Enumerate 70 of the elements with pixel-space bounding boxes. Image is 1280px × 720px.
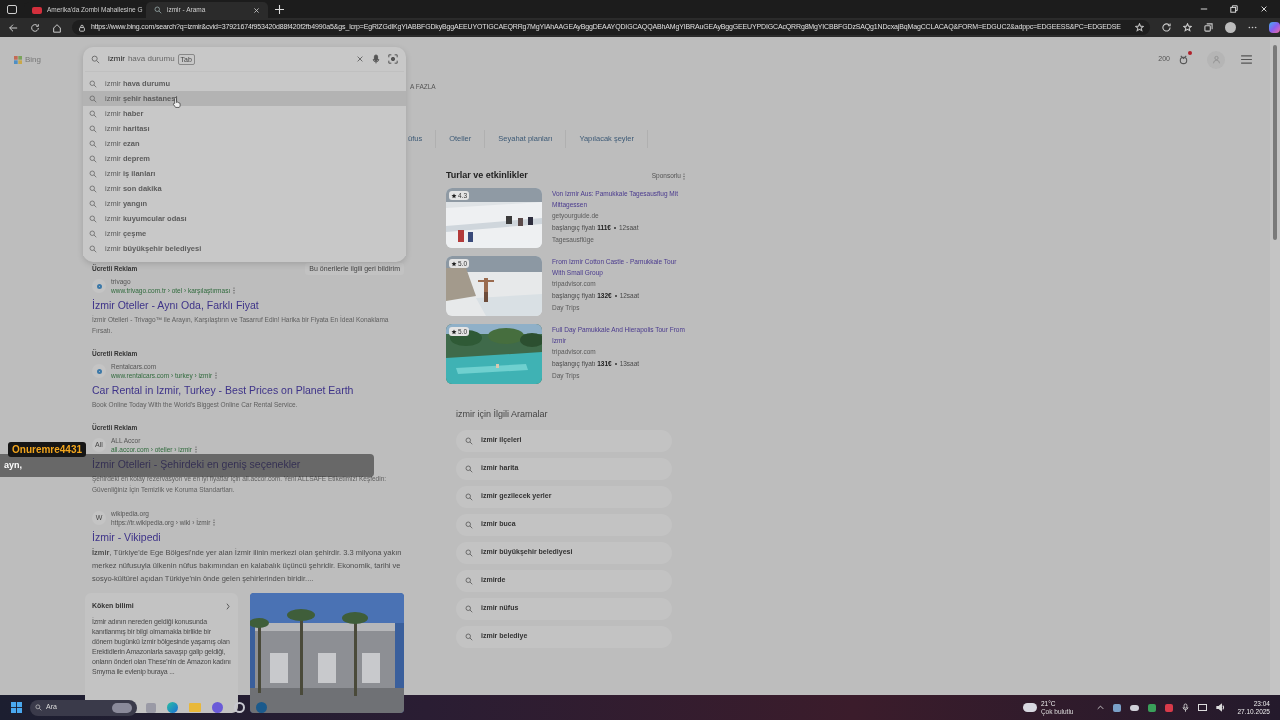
star-icon <box>451 328 457 335</box>
restore-icon[interactable] <box>1230 5 1238 13</box>
game-app-icon[interactable] <box>234 702 245 713</box>
microphone-icon[interactable] <box>1182 703 1190 712</box>
search-icon <box>465 576 473 585</box>
caption-username: Onuremre4431 <box>8 442 87 457</box>
search-icon <box>465 632 473 641</box>
caption-text: ayn, <box>4 458 22 472</box>
separator-dot-icon <box>614 363 617 365</box>
rewards-icon[interactable] <box>1178 54 1189 65</box>
chevron-icon <box>225 602 231 610</box>
star-icon <box>451 260 457 267</box>
section-heading: izmir için İlgili Aramalar <box>456 408 549 421</box>
search-icon <box>89 139 97 148</box>
search-icon <box>465 520 473 529</box>
search-icon <box>89 79 97 88</box>
search-icon <box>35 704 42 711</box>
site-favicon <box>92 364 106 378</box>
search-icon <box>89 109 97 118</box>
result-title-link[interactable]: Car Rental in Izmir, Turkey - Best Prices on Planet Earth <box>92 383 404 398</box>
refresh-icon[interactable] <box>1162 23 1171 32</box>
back-icon[interactable] <box>8 22 18 33</box>
tab-list-icon[interactable] <box>7 5 17 14</box>
search-icon <box>154 6 162 14</box>
star-icon <box>451 192 457 199</box>
tray-app-icon[interactable] <box>1165 703 1174 712</box>
search-icon <box>465 604 473 613</box>
search-icon <box>465 548 473 557</box>
separator-dot-icon <box>613 227 616 229</box>
search-icon <box>89 229 97 238</box>
new-tab-icon[interactable] <box>275 5 284 14</box>
windows-start-icon[interactable] <box>11 702 22 713</box>
refresh-icon[interactable] <box>30 22 40 33</box>
info-card[interactable] <box>85 593 238 713</box>
copilot-icon[interactable] <box>1269 22 1280 33</box>
search-icon <box>89 169 97 178</box>
tray-shield-icon[interactable] <box>1148 703 1157 712</box>
microphone-icon[interactable] <box>372 54 380 64</box>
search-icon <box>465 436 473 445</box>
search-icon <box>465 464 473 473</box>
search-icon <box>89 124 97 133</box>
site-favicon <box>92 279 106 293</box>
lock-icon <box>78 23 86 32</box>
visual-search-icon[interactable] <box>388 54 398 64</box>
scrollbar[interactable] <box>1270 37 1280 695</box>
search-icon <box>89 184 97 193</box>
chevron-up-icon[interactable] <box>1097 704 1105 711</box>
separator-dot-icon <box>614 295 617 297</box>
favorites-icon[interactable] <box>1183 23 1192 32</box>
minimize-icon[interactable] <box>1200 5 1208 13</box>
search-icon <box>89 214 97 223</box>
search-icon <box>89 244 97 253</box>
chat-app-icon[interactable] <box>212 702 223 713</box>
address-field[interactable] <box>72 20 1150 35</box>
search-icon <box>91 54 100 64</box>
video-icon <box>32 6 42 14</box>
volume-icon[interactable] <box>1216 703 1226 712</box>
home-icon[interactable] <box>52 22 62 33</box>
tray-app-icon[interactable] <box>1113 703 1122 712</box>
section-heading: Turlar ve etkinlikler <box>446 169 528 183</box>
monitor-icon[interactable] <box>1198 704 1208 711</box>
collections-icon[interactable] <box>1204 23 1213 32</box>
search-icon <box>465 492 473 501</box>
search-icon <box>89 199 97 208</box>
menu-icon[interactable] <box>1241 55 1252 64</box>
search-icon <box>89 154 97 163</box>
profile-avatar-icon[interactable] <box>1225 22 1236 33</box>
favorite-star-icon[interactable] <box>1135 23 1144 32</box>
result-title-link[interactable]: İzmir - Vikipedi <box>92 530 404 545</box>
result-title-link[interactable]: İzmir Oteller - Aynı Oda, Farklı Fiyat <box>92 298 404 313</box>
